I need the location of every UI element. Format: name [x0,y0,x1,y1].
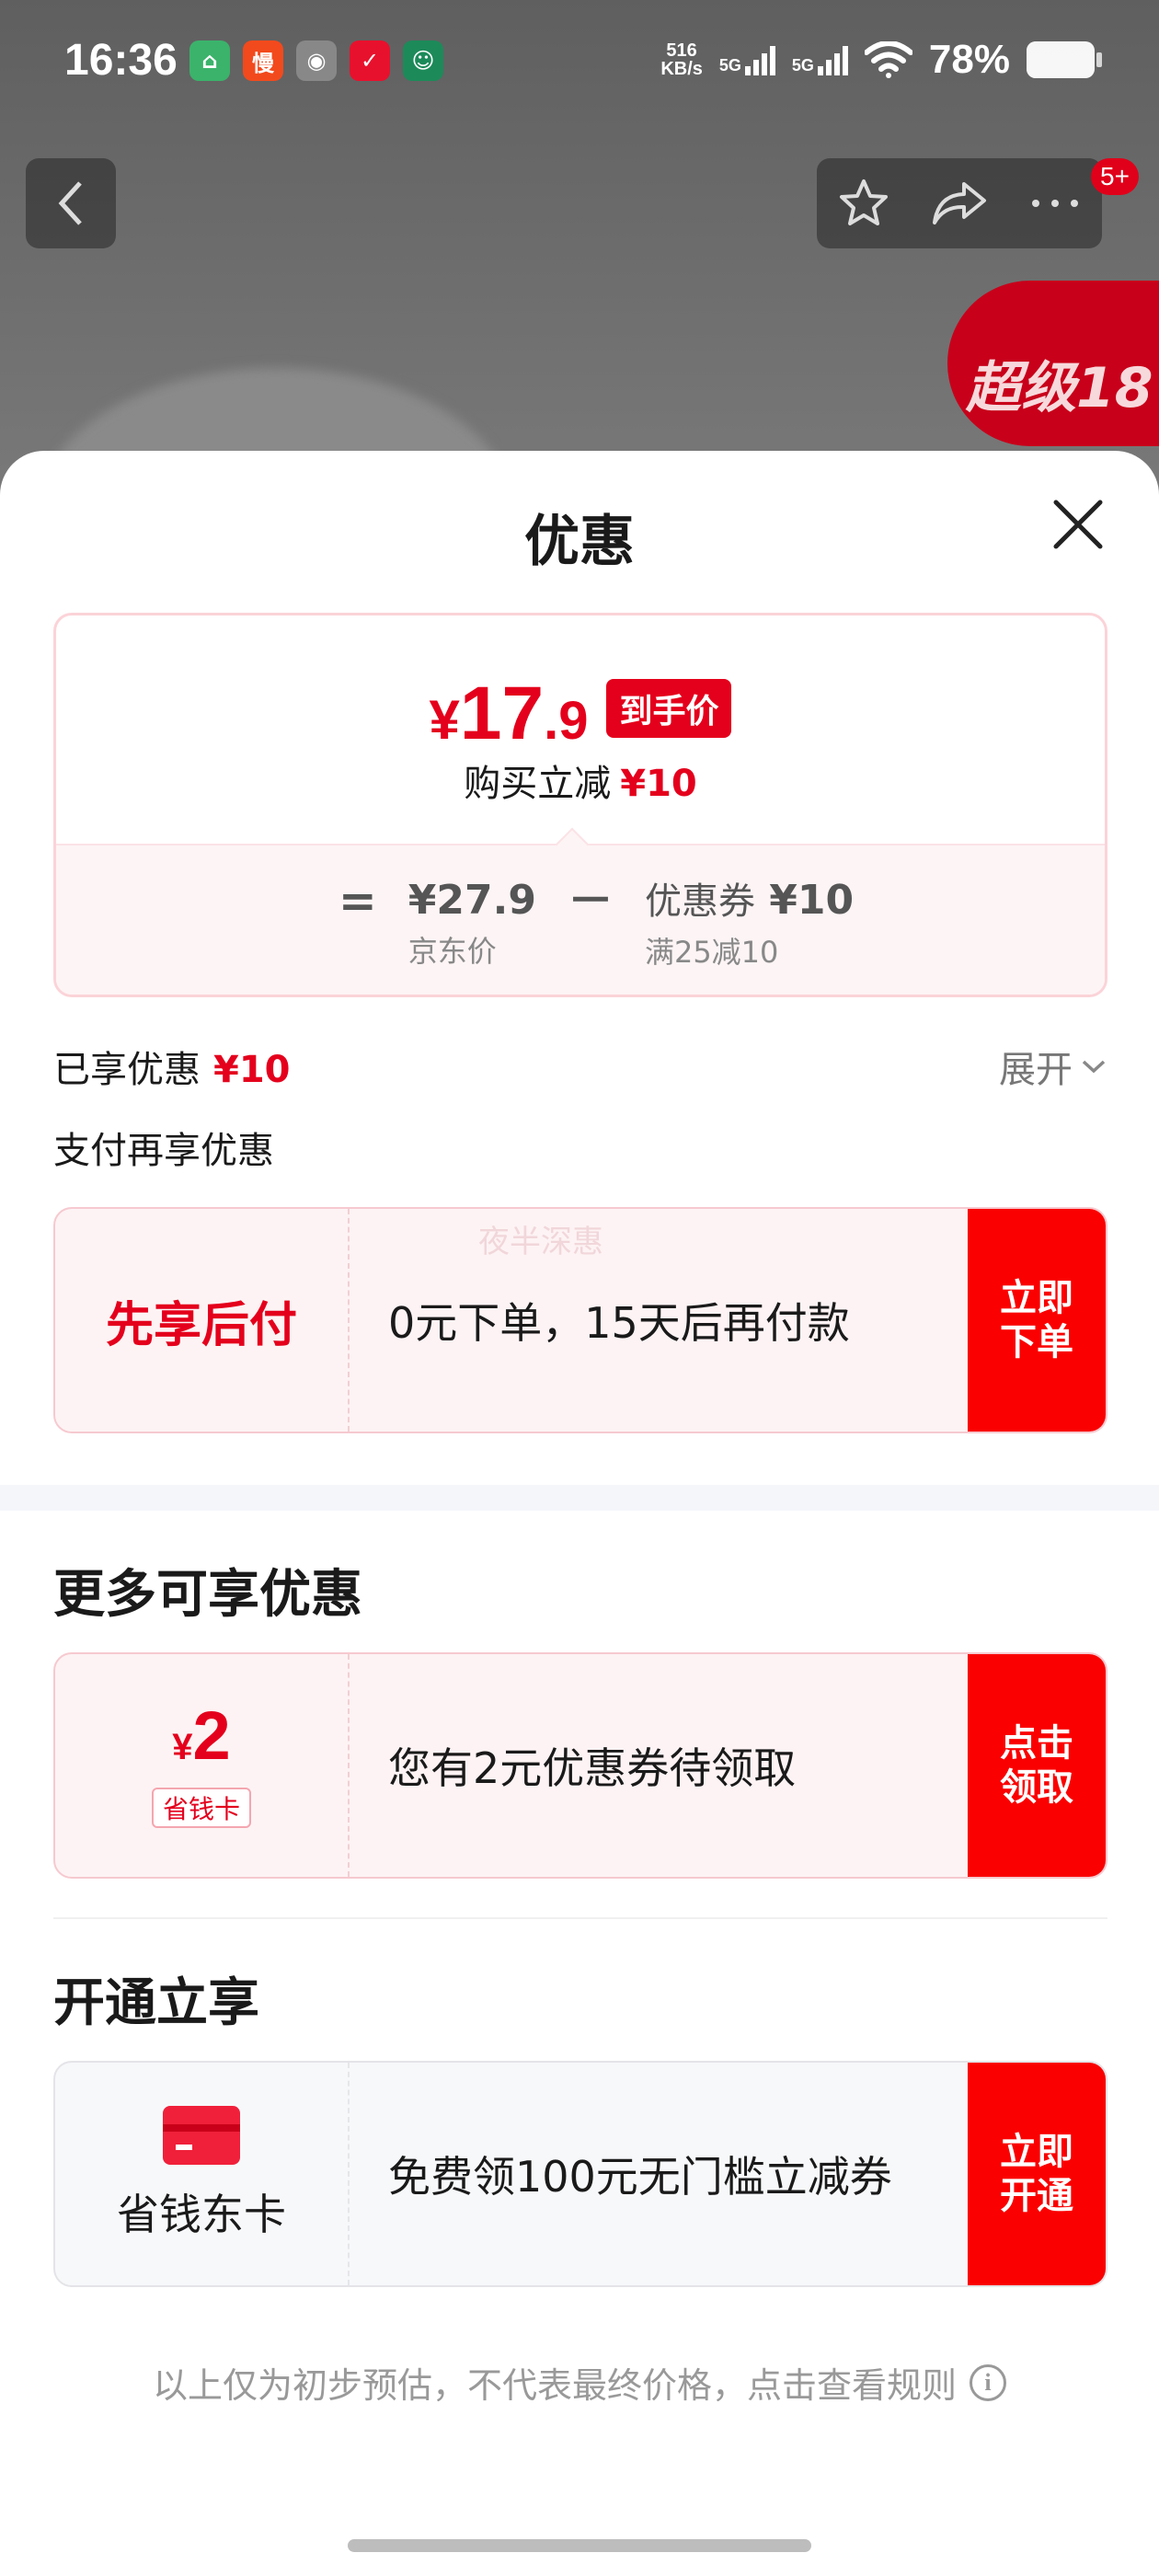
share-icon[interactable] [931,178,988,228]
close-icon[interactable] [1049,495,1107,554]
chevron-left-icon [58,181,82,225]
status-app-icons: ⌂ 慢 ◉ ✓ ☺ [189,40,443,81]
discount-sheet: 优惠 ¥17.9 到手价 购买立减 ¥10 = ¥27.9 京东价 － 优惠券 ¥… [0,451,1159,2576]
final-price: ¥17.9 [429,672,589,755]
equals-sign: = [338,874,377,927]
home-app-icon: ⌂ [189,40,230,81]
minus-sign: － [567,874,614,927]
enjoyed-discount-row: 已享优惠 ¥10 展开 [53,1040,1107,1093]
section-divider [0,1485,1159,1511]
price-formula: = ¥27.9 京东价 － 优惠券 ¥10 满25减10 [56,873,1105,972]
bnpl-name: 先享后付 [105,1297,297,1353]
more-icon[interactable] [1028,196,1082,211]
more-offers-title: 更多可享优惠 [53,1565,362,1625]
purchase-reduction: 购买立减 ¥10 [464,763,697,805]
credit-card-icon [163,2106,240,2165]
card-desc: 免费领100元无门槛立减券 [388,2152,892,2202]
claim-coupon-button[interactable]: 点击 领取 [968,1654,1106,1877]
jd-price-label: 京东价 [407,934,497,969]
coupon-condition: 满25减10 [644,935,779,970]
coupon-card[interactable]: ¥2 省钱卡 您有2元优惠券待领取 点击 领取 [53,1652,1107,1879]
man-app-icon: 慢 [243,40,283,81]
star-icon[interactable] [837,177,890,230]
battery-text: 78% [928,37,1010,82]
chevron-down-icon [1082,1060,1106,1074]
net-speed: 516 KB/s [660,40,703,79]
final-price-area: ¥17.9 到手价 购买立减 ¥10 [56,615,1105,844]
savings-card-offer[interactable]: 省钱东卡 免费领100元无门槛立减券 立即 开通 [53,2061,1107,2287]
order-now-button[interactable]: 立即 下单 [968,1209,1106,1432]
card-name: 省钱东卡 [117,2190,286,2239]
coupon-value: ¥10 [769,877,855,924]
expand-button[interactable]: 展开 [999,1040,1107,1093]
coupon-desc: 您有2元优惠券待领取 [388,1743,797,1793]
avatar-app-icon: ☺ [403,40,443,81]
price-formula-area: = ¥27.9 京东价 － 优惠券 ¥10 满25减10 [56,844,1105,995]
open-to-enjoy-title: 开通立享 [53,1973,259,2033]
section-separator [53,1917,1107,1919]
bnpl-desc: 0元下单，15天后再付款 [388,1298,850,1348]
battery-icon [1027,41,1102,78]
promo-banner: 超级18 [947,281,1159,446]
back-button[interactable] [26,158,116,248]
coupon-label: 优惠券 [644,880,755,923]
home-indicator[interactable] [348,2539,811,2552]
wifi-icon [864,41,912,78]
top-tools [817,158,1102,248]
bnpl-card[interactable]: 先享后付 夜半深惠 0元下单，15天后再付款 立即 下单 [53,1207,1107,1433]
final-price-badge: 到手价 [606,679,732,738]
rules-footnote[interactable]: 以上仅为初步预估，不代表最终价格，点击查看规则 i [0,2357,1159,2408]
enjoyed-amount: ¥10 [213,1049,291,1091]
send-app-icon: ✓ [350,40,390,81]
info-icon: i [970,2363,1006,2401]
status-time: 16:36 [64,36,178,85]
sheet-title: 优惠 [524,510,635,574]
pay-section-title: 支付再享优惠 [53,1130,274,1172]
signal-icon: 5G [792,44,848,75]
status-right: 516 KB/s 5G 5G 78% [660,37,1102,83]
status-bar: 16:36 ⌂ 慢 ◉ ✓ ☺ 516 KB/s 5G 5G 78% [0,0,1159,129]
background-page: 16:36 ⌂ 慢 ◉ ✓ ☺ 516 KB/s 5G 5G 78% 5+ 超级… [0,0,1159,515]
activate-button[interactable]: 立即 开通 [968,2063,1106,2285]
signal-icon: 5G [719,44,775,75]
coupon-amount: ¥2 [172,1696,231,1774]
jd-price: ¥27.9 [407,877,536,924]
price-breakdown-card: ¥17.9 到手价 购买立减 ¥10 = ¥27.9 京东价 － 优惠券 ¥10 … [53,613,1107,997]
notification-badge: 5+ [1091,158,1139,195]
enjoyed-label: 已享优惠 [53,1049,201,1091]
coupon-tag: 省钱卡 [151,1787,251,1828]
cat-app-icon: ◉ [296,40,337,81]
